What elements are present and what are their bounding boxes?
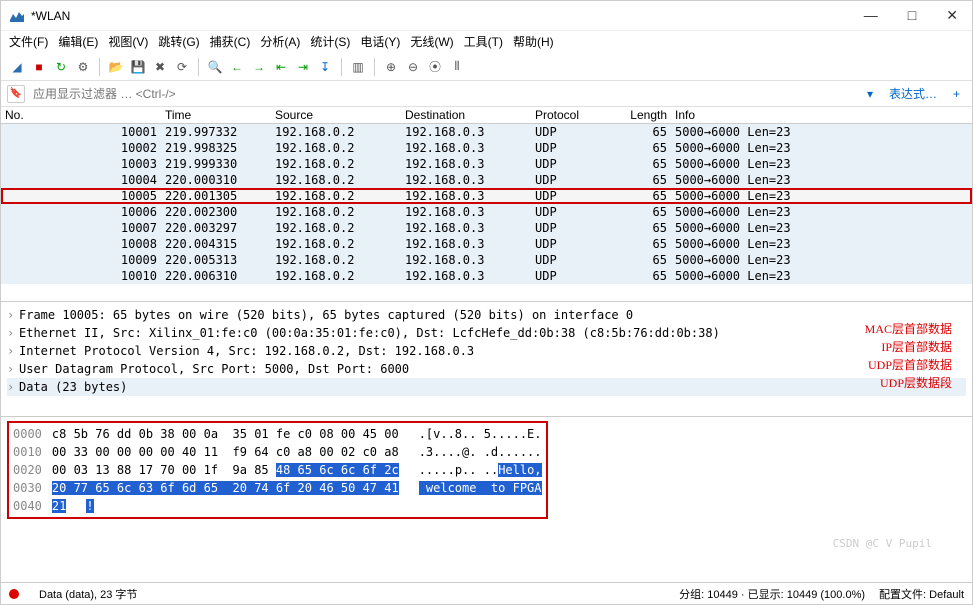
menu-capture[interactable]: 捕获(C) — [210, 33, 251, 51]
packet-row[interactable]: 10010220.006310192.168.0.2192.168.0.3UDP… — [1, 268, 972, 284]
col-info[interactable]: Info — [671, 107, 972, 123]
col-len[interactable]: Length — [611, 107, 671, 123]
packet-row[interactable]: 10004220.000310192.168.0.2192.168.0.3UDP… — [1, 172, 972, 188]
status-field: Data (data), 23 字节 — [39, 586, 137, 602]
col-proto[interactable]: Protocol — [531, 107, 611, 123]
go-prev-icon[interactable]: ← — [227, 57, 247, 77]
menu-tools[interactable]: 工具(T) — [464, 33, 503, 51]
anno-ip: IP层首部数据 — [881, 338, 952, 356]
anno-udph: UDP层首部数据 — [868, 356, 952, 374]
add-filter-button[interactable]: + — [947, 87, 966, 101]
close-button[interactable]: ✕ — [940, 5, 964, 26]
detail-frame[interactable]: Frame 10005: 65 bytes on wire (520 bits)… — [19, 306, 633, 324]
statusbar: Data (data), 23 字节 分组: 10449 · 已显示: 1044… — [1, 582, 972, 604]
packet-row[interactable]: 10007220.003297192.168.0.2192.168.0.3UDP… — [1, 220, 972, 236]
options-icon[interactable]: ⚙ — [73, 57, 93, 77]
col-no[interactable]: No. — [1, 107, 61, 123]
open-file-icon[interactable]: 📂 — [106, 57, 126, 77]
expert-info-icon[interactable] — [9, 589, 19, 599]
status-profile[interactable]: 配置文件: Default — [879, 586, 964, 602]
col-time[interactable]: Time — [161, 107, 271, 123]
window-title: *WLAN — [31, 9, 858, 23]
detail-ip[interactable]: Internet Protocol Version 4, Src: 192.16… — [19, 342, 474, 360]
expand-icon[interactable]: › — [7, 342, 19, 360]
menu-telephony[interactable]: 电话(Y) — [360, 33, 400, 51]
packet-row[interactable]: 10003219.999330192.168.0.2192.168.0.3UDP… — [1, 156, 972, 172]
expand-icon[interactable]: › — [7, 378, 19, 396]
separator — [99, 58, 100, 76]
packet-row[interactable]: 10006220.002300192.168.0.2192.168.0.3UDP… — [1, 204, 972, 220]
go-last-icon[interactable]: ⇥ — [293, 57, 313, 77]
packet-row[interactable]: 10005220.001305192.168.0.2192.168.0.3UDP… — [1, 188, 972, 204]
hex-row[interactable]: 002000 03 13 88 17 70 00 1f 9a 85 48 65 … — [13, 461, 542, 479]
go-next-icon[interactable]: → — [249, 57, 269, 77]
close-file-icon[interactable]: ✖ — [150, 57, 170, 77]
wireshark-logo-icon — [9, 8, 25, 24]
auto-scroll-icon[interactable]: ↧ — [315, 57, 335, 77]
menu-goto[interactable]: 跳转(G) — [158, 33, 199, 51]
colorize-icon[interactable]: ▥ — [348, 57, 368, 77]
detail-data[interactable]: Data (23 bytes) — [19, 378, 127, 396]
packet-list[interactable]: No. Time Source Destination Protocol Len… — [1, 107, 972, 302]
separator — [374, 58, 375, 76]
expression-button[interactable]: 表达式… — [883, 85, 943, 102]
packet-list-header: No. Time Source Destination Protocol Len… — [1, 107, 972, 124]
go-first-icon[interactable]: ⇤ — [271, 57, 291, 77]
zoom-in-icon[interactable]: ⊕ — [381, 57, 401, 77]
menu-edit[interactable]: 编辑(E) — [58, 33, 98, 51]
filter-bookmark-icon[interactable]: 🔖 — [7, 85, 25, 103]
zoom-out-icon[interactable]: ⊖ — [403, 57, 423, 77]
expand-icon[interactable]: › — [7, 324, 19, 342]
hex-row[interactable]: 004021! — [13, 497, 542, 515]
save-file-icon[interactable]: 💾 — [128, 57, 148, 77]
filter-dropdown-icon[interactable]: ▾ — [861, 87, 879, 101]
packet-row[interactable]: 10001219.997332192.168.0.2192.168.0.3UDP… — [1, 124, 972, 140]
packet-row[interactable]: 10008220.004315192.168.0.2192.168.0.3UDP… — [1, 236, 972, 252]
col-src[interactable]: Source — [271, 107, 401, 123]
expand-icon[interactable]: › — [7, 360, 19, 378]
col-dst[interactable]: Destination — [401, 107, 531, 123]
start-capture-icon[interactable]: ◢ — [7, 57, 27, 77]
hex-row[interactable]: 0000c8 5b 76 dd 0b 38 00 0a 35 01 fe c0 … — [13, 425, 542, 443]
reload-icon[interactable]: ⟳ — [172, 57, 192, 77]
detail-ethernet[interactable]: Ethernet II, Src: Xilinx_01:fe:c0 (00:0a… — [19, 324, 720, 342]
packet-bytes[interactable]: 0000c8 5b 76 dd 0b 38 00 0a 35 01 fe c0 … — [1, 417, 972, 582]
titlebar: *WLAN — □ ✕ — [1, 1, 972, 31]
hex-row[interactable]: 001000 33 00 00 00 00 40 11 f9 64 c0 a8 … — [13, 443, 542, 461]
detail-udp[interactable]: User Datagram Protocol, Src Port: 5000, … — [19, 360, 409, 378]
watermark: CSDN @C V Pupil — [833, 536, 932, 553]
anno-udpd: UDP层数据段 — [880, 374, 952, 392]
stop-capture-icon[interactable]: ■ — [29, 57, 49, 77]
menu-stats[interactable]: 统计(S) — [310, 33, 350, 51]
expand-icon[interactable]: › — [7, 306, 19, 324]
resize-columns-icon[interactable]: ⫴ — [447, 57, 467, 77]
menu-analyze[interactable]: 分析(A) — [260, 33, 300, 51]
zoom-reset-icon[interactable]: ⦿ — [425, 57, 445, 77]
menu-view[interactable]: 视图(V) — [108, 33, 148, 51]
display-filter-input[interactable] — [29, 85, 857, 103]
status-packets: 分组: 10449 · 已显示: 10449 (100.0%) — [679, 586, 865, 602]
menu-file[interactable]: 文件(F) — [9, 33, 48, 51]
separator — [341, 58, 342, 76]
anno-mac: MAC层首部数据 — [865, 320, 952, 338]
filter-bar: 🔖 ▾ 表达式… + — [1, 81, 972, 107]
hex-row[interactable]: 003020 77 65 6c 63 6f 6d 65 20 74 6f 20 … — [13, 479, 542, 497]
packet-details[interactable]: ›Frame 10005: 65 bytes on wire (520 bits… — [1, 302, 972, 417]
packet-row[interactable]: 10009220.005313192.168.0.2192.168.0.3UDP… — [1, 252, 972, 268]
toolbar: ◢ ■ ↻ ⚙ 📂 💾 ✖ ⟳ 🔍 ← → ⇤ ⇥ ↧ ▥ ⊕ ⊖ ⦿ ⫴ — [1, 53, 972, 81]
minimize-button[interactable]: — — [858, 5, 884, 26]
separator — [198, 58, 199, 76]
menubar: 文件(F) 编辑(E) 视图(V) 跳转(G) 捕获(C) 分析(A) 统计(S… — [1, 31, 972, 53]
menu-help[interactable]: 帮助(H) — [513, 33, 554, 51]
menu-wireless[interactable]: 无线(W) — [410, 33, 453, 51]
restart-capture-icon[interactable]: ↻ — [51, 57, 71, 77]
packet-row[interactable]: 10002219.998325192.168.0.2192.168.0.3UDP… — [1, 140, 972, 156]
maximize-button[interactable]: □ — [902, 5, 922, 26]
find-icon[interactable]: 🔍 — [205, 57, 225, 77]
